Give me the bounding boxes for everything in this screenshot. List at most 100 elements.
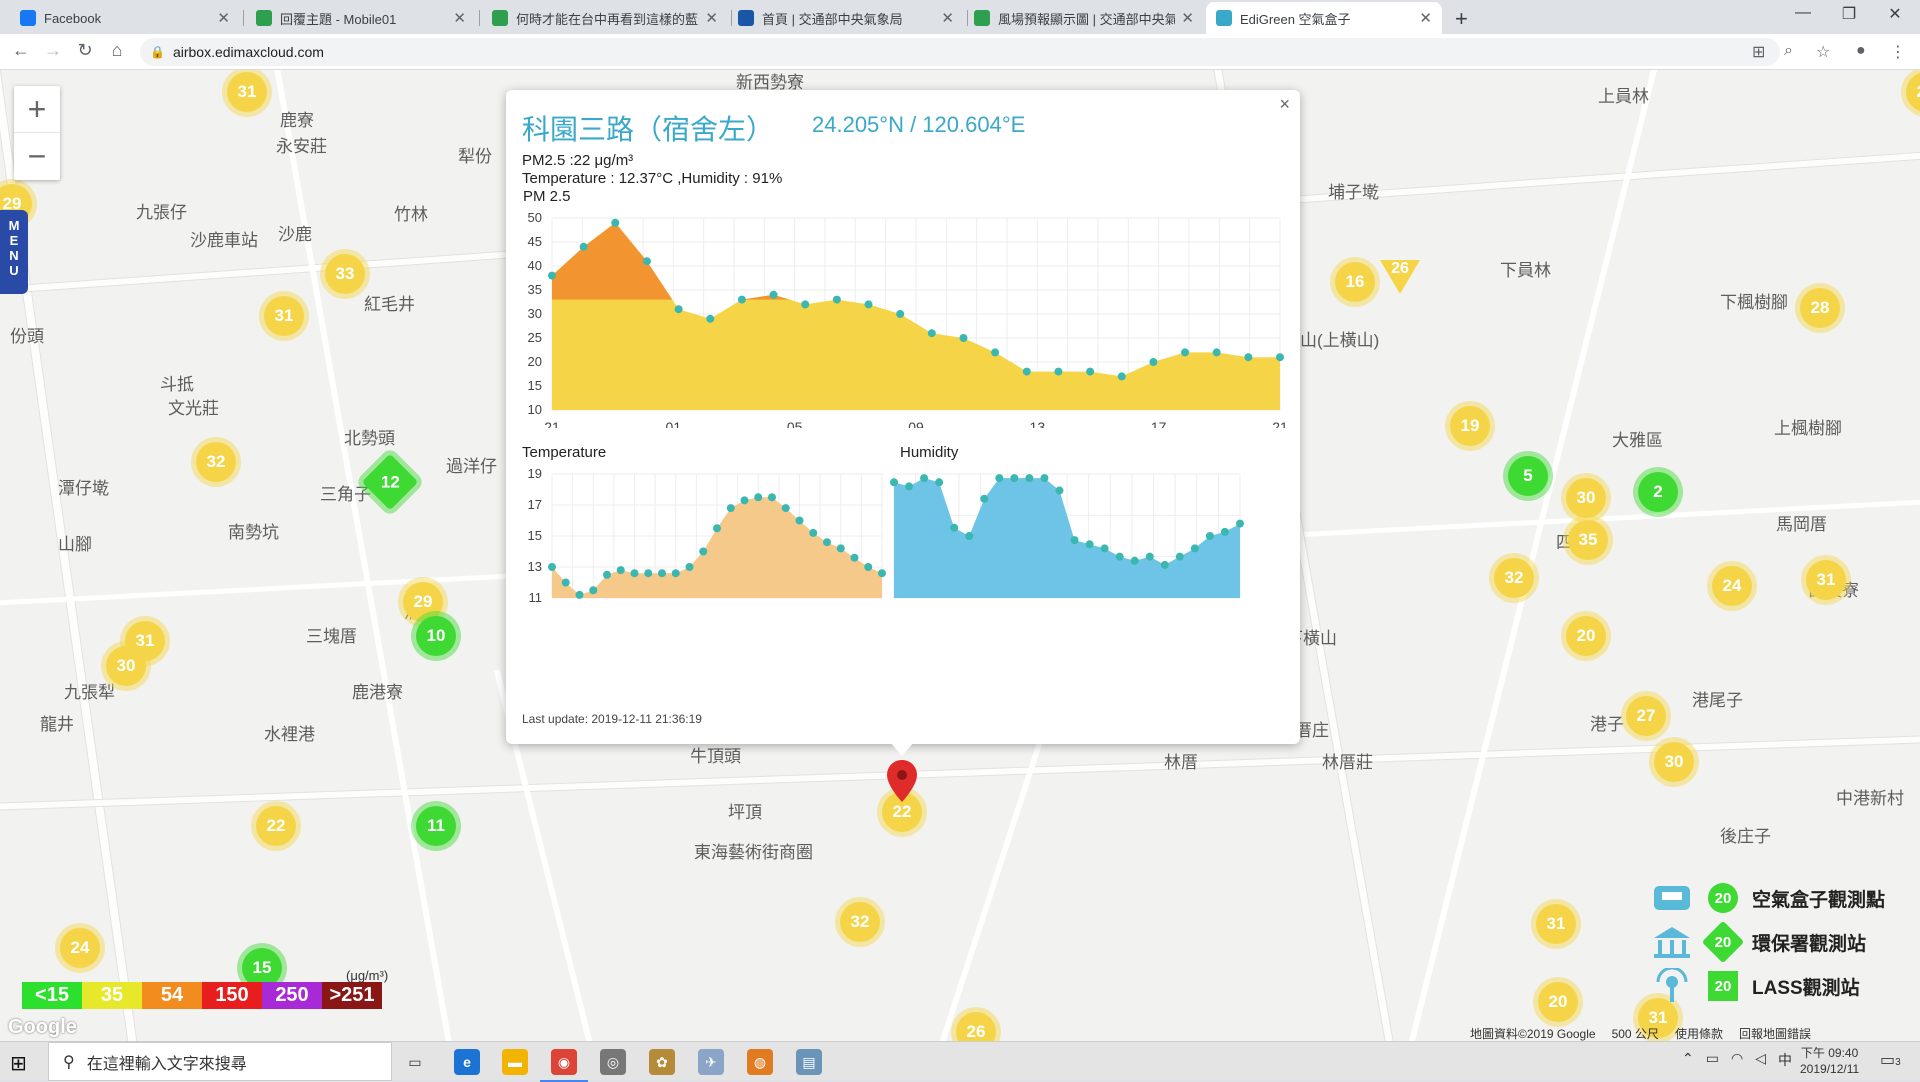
data-point	[950, 523, 959, 532]
data-point	[674, 305, 683, 314]
browser-tab[interactable]: 回覆主題 - Mobile01 ✕	[246, 2, 476, 34]
app-icon[interactable]: ✈	[698, 1049, 724, 1075]
station-info-popup: × 科園三路（宿舍左） 24.205°N / 120.604°E PM2.5 :…	[506, 90, 1300, 744]
station-type-legend: 20 空氣盒子觀測點 20 環保署觀測站 20 LASS觀測站	[1650, 876, 1885, 1008]
app-icon[interactable]: ◍	[747, 1049, 773, 1075]
epa-station-icon	[1650, 924, 1694, 960]
sensor-marker[interactable]: 35	[1568, 520, 1608, 560]
volume-icon[interactable]: ◁	[1755, 1050, 1766, 1070]
close-tab-icon[interactable]: ✕	[1181, 9, 1194, 27]
back-icon[interactable]: ←	[8, 40, 34, 61]
edge-icon[interactable]: e	[454, 1049, 480, 1075]
sensor-marker[interactable]: 19	[1450, 406, 1490, 446]
maximize-button[interactable]: ❐	[1826, 4, 1872, 24]
sensor-marker-value: 32	[206, 452, 226, 471]
sensor-marker[interactable]: 28	[1800, 288, 1840, 328]
cwb-icon	[974, 10, 990, 26]
browser-tab[interactable]: 首頁 | 交通部中央氣象局 ✕	[728, 2, 964, 34]
sensor-marker[interactable]: 26	[956, 1012, 996, 1041]
forward-icon[interactable]: →	[40, 40, 66, 61]
sensor-marker[interactable]: 31	[227, 72, 267, 112]
sensor-marker[interactable]: 32	[196, 442, 236, 482]
data-point	[1175, 552, 1184, 561]
sensor-marker[interactable]: 26	[1906, 72, 1920, 112]
sensor-marker[interactable]: 11	[416, 806, 456, 846]
notification-icon[interactable]: ▭3	[1880, 1050, 1901, 1070]
data-point	[713, 524, 721, 533]
y-tick-label: 10	[528, 402, 542, 417]
new-tab-button[interactable]: +	[1455, 6, 1468, 32]
attribution-item[interactable]: 使用條款	[1675, 1025, 1723, 1041]
profile-icon[interactable]: ●	[1856, 42, 1866, 60]
sensor-marker[interactable]: 32	[1494, 558, 1534, 598]
zoom-in-button[interactable]: +	[14, 86, 60, 133]
close-tab-icon[interactable]: ✕	[1419, 9, 1432, 27]
ime-indicator[interactable]: 中	[1778, 1050, 1792, 1070]
browser-tab[interactable]: EdiGreen 空氣盒子 ✕	[1206, 2, 1442, 34]
close-popup-button[interactable]: ×	[1279, 94, 1290, 115]
sensor-marker[interactable]: 5	[1508, 456, 1548, 496]
sensor-marker[interactable]: 2	[1638, 472, 1678, 512]
close-tab-icon[interactable]: ✕	[941, 9, 954, 27]
sensor-marker[interactable]: 16	[1335, 262, 1375, 302]
road	[0, 736, 1920, 810]
menu-dots-icon[interactable]: ⋮	[1890, 42, 1906, 62]
sensor-marker[interactable]: 27	[1626, 696, 1666, 736]
sensor-marker[interactable]: 31	[264, 296, 304, 336]
browser-tab[interactable]: 何時才能在台中再看到這樣的藍天 ✕	[482, 2, 728, 34]
zoom-icon[interactable]: ⌕	[1784, 42, 1793, 60]
battery-icon[interactable]: ▭	[1706, 1050, 1719, 1070]
y-tick-label: 50	[528, 210, 542, 225]
browser-tab[interactable]: Facebook ✕	[10, 2, 240, 34]
location-pin-icon[interactable]	[887, 760, 917, 802]
close-tab-icon[interactable]: ✕	[705, 9, 718, 27]
zoom-out-button[interactable]: −	[14, 133, 60, 180]
chrome-icon[interactable]: ◉	[540, 1049, 588, 1082]
translate-icon[interactable]: ⊞	[1752, 42, 1765, 62]
menu-tab[interactable]: MENU	[0, 210, 28, 294]
wifi-icon[interactable]: ◠	[1731, 1050, 1743, 1070]
windows-start-icon[interactable]: ⊞	[10, 1051, 27, 1076]
pm25-chart: 10 15 20 25 30 35 40 45 50 21 01 05 09 13 17 21	[528, 210, 1288, 428]
sensor-marker[interactable]: 31	[1806, 560, 1846, 600]
sensor-marker[interactable]: 30	[1566, 478, 1606, 518]
sensor-marker[interactable]: 33	[325, 254, 365, 294]
data-point	[644, 569, 653, 578]
sensor-marker[interactable]: 10	[416, 616, 456, 656]
sensor-marker[interactable]: 30	[1654, 742, 1694, 782]
app-icon[interactable]: ▤	[796, 1049, 822, 1075]
taskbar-search-box[interactable]: ⚲ 在這裡輸入文字來搜尋	[48, 1042, 392, 1081]
sensor-marker[interactable]: 24	[1712, 566, 1752, 606]
sensor-marker[interactable]: 24	[60, 928, 100, 968]
reload-icon[interactable]: ↻	[72, 40, 98, 61]
taskbar-clock[interactable]: 下午 09:40 2019/12/11	[1800, 1045, 1859, 1077]
data-point	[995, 474, 1004, 483]
browser-tab[interactable]: 風場預報顯示圖 | 交通部中央氣象局 ✕	[964, 2, 1204, 34]
last-update-text: Last update: 2019-12-11 21:36:19	[522, 712, 702, 726]
close-tab-icon[interactable]: ✕	[453, 9, 466, 27]
close-tab-icon[interactable]: ✕	[217, 9, 230, 27]
sensor-marker[interactable]: 31	[1536, 904, 1576, 944]
chevron-up-icon[interactable]: ⌃	[1682, 1050, 1694, 1070]
sensor-marker-value: 35	[1578, 530, 1598, 549]
sensor-marker[interactable]: 30	[106, 646, 146, 686]
address-bar[interactable]: 🔒 airbox.edimaxcloud.com	[140, 38, 1780, 66]
file-explorer-icon[interactable]: ▬	[502, 1049, 528, 1075]
app-icon[interactable]: ✿	[649, 1049, 675, 1075]
app-icon[interactable]: ◎	[600, 1049, 626, 1075]
sensor-marker[interactable]: 20	[1566, 616, 1606, 656]
task-view-icon[interactable]: ▭	[402, 1049, 428, 1075]
map-place-label: 過洋仔	[446, 457, 497, 476]
sensor-marker[interactable]: 20	[1538, 982, 1578, 1022]
minimize-button[interactable]: —	[1780, 4, 1826, 22]
bookmark-star-icon[interactable]: ☆	[1816, 42, 1830, 62]
close-window-button[interactable]: ✕	[1872, 4, 1918, 24]
map-place-label: 上員林	[1598, 87, 1649, 106]
sensor-marker[interactable]: 26	[1380, 260, 1420, 294]
home-icon[interactable]: ⌂	[104, 40, 130, 61]
sensor-marker[interactable]: 22	[256, 806, 296, 846]
attribution-item[interactable]: 回報地圖錯誤	[1739, 1025, 1811, 1041]
data-point	[630, 569, 639, 578]
sensor-marker[interactable]: 32	[840, 902, 880, 942]
attribution-item: 500 公尺	[1611, 1027, 1659, 1041]
